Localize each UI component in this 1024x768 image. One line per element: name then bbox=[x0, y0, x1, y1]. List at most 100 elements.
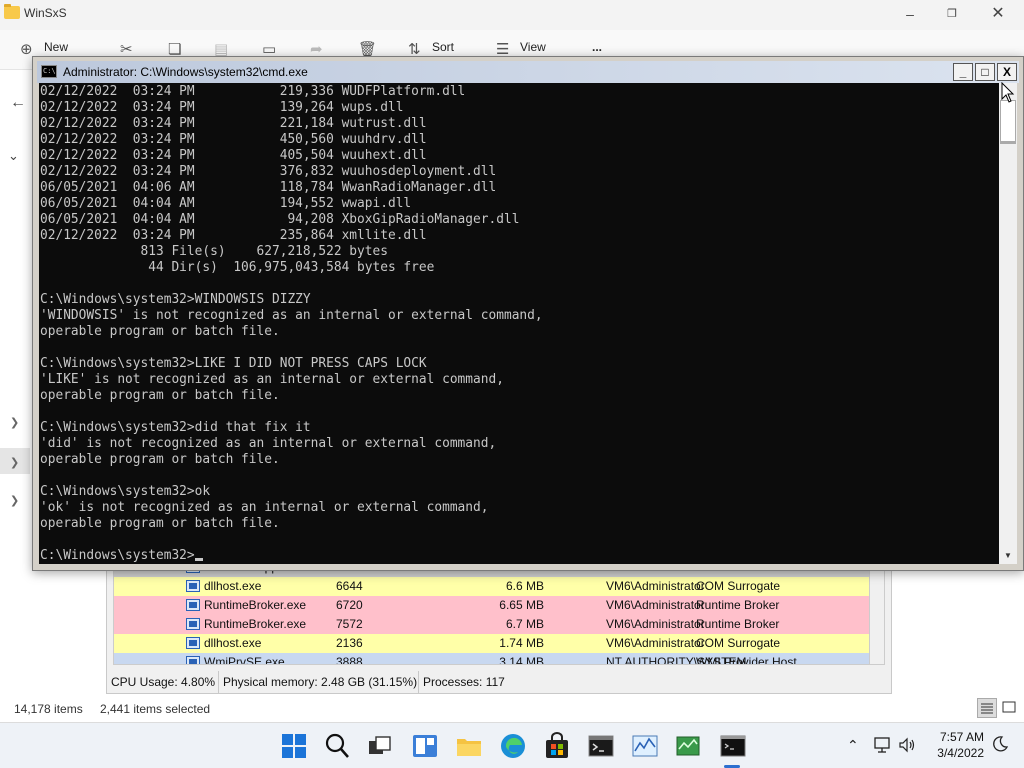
minimize-icon[interactable]: – bbox=[898, 4, 922, 24]
selected-count: 2,441 items selected bbox=[100, 702, 211, 716]
console-line: 02/12/2022 03:24 PM 235,864 xmllite.dll bbox=[40, 228, 427, 243]
clock-date: 3/4/2022 bbox=[937, 746, 984, 760]
system-clock[interactable]: 7:57 AM 3/4/2022 bbox=[928, 729, 984, 761]
cmd-maximize-button[interactable]: □ bbox=[975, 63, 995, 81]
process-count: Processes: 117 bbox=[423, 675, 505, 689]
task-manager-status-bar: CPU Usage: 4.80% Physical memory: 2.48 G… bbox=[107, 671, 891, 693]
process-window-icon bbox=[186, 637, 200, 649]
console-prompt-line[interactable]: C:\Windows\system32> bbox=[40, 548, 543, 564]
mouse-pointer-icon bbox=[1001, 82, 1015, 103]
tree-expand-chevron-icon[interactable]: ❯ bbox=[10, 494, 19, 507]
explorer-title: WinSxS bbox=[24, 6, 67, 20]
scroll-thumb[interactable] bbox=[1000, 100, 1016, 144]
process-description: Runtime Broker bbox=[696, 598, 780, 612]
console-line: 02/12/2022 03:24 PM 450,560 wuuhdrv.dll bbox=[40, 132, 427, 147]
process-pid: 6644 bbox=[336, 579, 363, 593]
volume-icon[interactable] bbox=[897, 735, 917, 755]
scroll-down-arrow-icon[interactable]: ▼ bbox=[999, 547, 1017, 564]
process-memory: 1.74 MB bbox=[499, 636, 544, 650]
process-user: VM6\Administrator bbox=[606, 598, 705, 612]
process-name: RuntimeBroker.exe bbox=[204, 598, 307, 612]
cpu-usage: CPU Usage: 4.80% bbox=[107, 671, 219, 693]
process-name: dllhost.exe bbox=[204, 579, 262, 593]
notifications-moon-icon[interactable] bbox=[990, 734, 1010, 754]
console-output[interactable]: 02/12/2022 03:24 PM 219,336 WUDFPlatform… bbox=[39, 83, 999, 564]
process-memory: 3.14 MB bbox=[499, 655, 544, 665]
process-window-icon bbox=[186, 580, 200, 592]
restore-icon[interactable]: ❐ bbox=[940, 4, 964, 24]
process-description: COM Surrogate bbox=[696, 636, 781, 650]
file-explorer-icon[interactable] bbox=[454, 731, 484, 761]
console-line: 813 File(s) 627,218,522 bytes bbox=[40, 244, 388, 259]
process-description: Runtime Broker bbox=[696, 617, 780, 631]
explorer-titlebar: WinSxS – ❐ ✕ bbox=[0, 0, 1024, 30]
cmd-titlebar[interactable]: Administrator: C:\Windows\system32\cmd.e… bbox=[37, 61, 1019, 83]
process-description: WMI Provider Host bbox=[696, 655, 797, 665]
process-pid: 2136 bbox=[336, 636, 363, 650]
process-list-scrollbar[interactable] bbox=[869, 565, 885, 665]
process-row[interactable]: WmiPrvSE.exe 3888 3.14 MB NT AUTHORITY\SYST… bbox=[114, 653, 870, 665]
chevron-down-icon[interactable]: ⌄ bbox=[8, 148, 19, 164]
process-row[interactable]: RuntimeBroker.exe 6720 6.65 MB VM6\Administ… bbox=[114, 596, 870, 615]
process-row[interactable]: dllhost.exe 6644 6.6 MB VM6\Administrator CO… bbox=[114, 577, 870, 596]
more-options-button[interactable]: ... bbox=[592, 40, 602, 54]
edge-icon[interactable] bbox=[498, 731, 528, 761]
console-line: C:\Windows\system32>LIKE I DID NOT PRESS… bbox=[40, 356, 427, 371]
console-scrollbar[interactable]: ▲ ▼ bbox=[999, 83, 1017, 564]
item-count: 14,178 items bbox=[14, 702, 83, 716]
console-line: 02/12/2022 03:24 PM 219,336 WUDFPlatform… bbox=[40, 84, 466, 99]
console-line: 02/12/2022 03:24 PM 221,184 wutrust.dll bbox=[40, 116, 427, 131]
start-icon[interactable] bbox=[279, 731, 309, 761]
physical-memory: Physical memory: 2.48 GB (31.15%) bbox=[219, 671, 419, 693]
process-row[interactable]: dllhost.exe 2136 1.74 MB VM6\Administrator C… bbox=[114, 634, 870, 653]
tree-expand-chevron-icon[interactable]: ❯ bbox=[10, 456, 19, 469]
search-icon[interactable] bbox=[322, 731, 352, 761]
process-name: WmiPrvSE.exe bbox=[204, 655, 285, 665]
process-window-icon bbox=[186, 599, 200, 611]
process-row[interactable]: RuntimeBroker.exe 7572 6.7 MB VM6\Administr… bbox=[114, 615, 870, 634]
console-line: 'did' is not recognized as an internal o… bbox=[40, 436, 497, 451]
process-memory: 6.7 MB bbox=[505, 617, 544, 631]
network-icon[interactable] bbox=[873, 735, 893, 755]
performance-monitor-icon[interactable] bbox=[630, 731, 660, 761]
terminal-icon[interactable] bbox=[586, 731, 616, 761]
view-button[interactable]: View bbox=[520, 40, 546, 54]
back-arrow-icon[interactable]: ← bbox=[10, 94, 26, 112]
console-line: 44 Dir(s) 106,975,043,584 bytes free bbox=[40, 260, 435, 275]
cmd-app-icon[interactable] bbox=[41, 65, 57, 78]
explorer-status-bar: 14,178 items 2,441 items selected bbox=[0, 698, 1024, 720]
task-manager-icon[interactable] bbox=[674, 731, 704, 761]
close-icon[interactable]: ✕ bbox=[986, 4, 1010, 24]
console-line: operable program or batch file. bbox=[40, 324, 280, 339]
console-line: 06/05/2021 04:04 AM 94,208 XboxGipRadioM… bbox=[40, 212, 520, 227]
process-description: COM Surrogate bbox=[696, 579, 781, 593]
cmd-close-button[interactable]: X bbox=[997, 63, 1017, 81]
sort-button[interactable]: Sort bbox=[432, 40, 454, 54]
cmd-icon[interactable] bbox=[718, 731, 748, 761]
process-user: VM6\Administrator bbox=[606, 636, 705, 650]
new-plus-icon[interactable]: ⊕ bbox=[20, 40, 33, 58]
details-view-button[interactable] bbox=[977, 698, 997, 718]
new-button[interactable]: New bbox=[44, 40, 68, 54]
tree-expand-chevron-icon[interactable]: ❯ bbox=[10, 416, 19, 429]
show-hidden-icons-chevron-icon[interactable]: ⌃ bbox=[847, 737, 859, 754]
console-line: operable program or batch file. bbox=[40, 452, 280, 467]
process-memory: 6.65 MB bbox=[499, 598, 544, 612]
process-memory: 6.6 MB bbox=[505, 579, 544, 593]
console-line: 06/05/2021 04:06 AM 118,784 WwanRadioMan… bbox=[40, 180, 497, 195]
tiles-view-button[interactable] bbox=[999, 698, 1019, 718]
cmd-minimize-button[interactable]: _ bbox=[953, 63, 973, 81]
store-icon[interactable] bbox=[542, 731, 572, 761]
widgets-icon[interactable] bbox=[410, 731, 440, 761]
console-line: 02/12/2022 03:24 PM 139,264 wups.dll bbox=[40, 100, 404, 115]
process-name: RuntimeBroker.exe bbox=[204, 617, 307, 631]
text-cursor bbox=[194, 558, 203, 561]
console-line: C:\Windows\system32>did that fix it bbox=[40, 420, 311, 435]
console-line: 'ok' is not recognized as an internal or… bbox=[40, 500, 489, 515]
task-view-icon[interactable] bbox=[364, 731, 394, 761]
process-list: WinStore.App.exe19233.30 MBVM6\Administr… bbox=[113, 565, 871, 665]
taskbar: ⌃ 7:57 AM 3/4/2022 bbox=[0, 722, 1024, 768]
console-line: 'WINDOWSIS' is not recognized as an inte… bbox=[40, 308, 543, 323]
